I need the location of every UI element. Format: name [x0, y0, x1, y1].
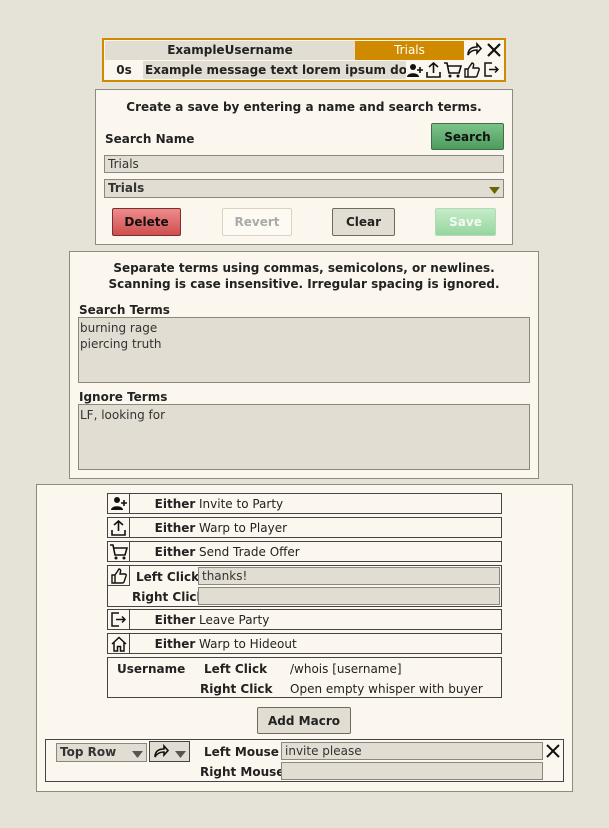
clear-button[interactable]: Clear	[332, 208, 395, 236]
chevron-down-icon[interactable]	[489, 184, 500, 197]
leave-icon[interactable]	[484, 62, 499, 77]
macro-row-trade[interactable]: Either Send Trade Offer	[107, 541, 502, 562]
macro-action: Warp to Hideout	[199, 637, 297, 651]
save-select-value: Trials	[108, 181, 145, 195]
close-icon[interactable]	[486, 42, 502, 58]
macro-row-thanks[interactable]: Left Click thanks! Right Click	[107, 565, 502, 607]
ignore-terms-textarea[interactable]: LF, looking for	[78, 404, 530, 470]
overlay-tab[interactable]: Trials	[355, 41, 464, 60]
ignore-terms-label: Ignore Terms	[79, 390, 168, 404]
right-click-label: Right Click	[132, 590, 205, 604]
username-right-click-label: Right Click	[200, 682, 273, 696]
search-terms-label: Search Terms	[79, 303, 170, 317]
left-mouse-label: Left Mouse	[204, 745, 279, 759]
message-overlay: ExampleUsername Trials 0s Example messag…	[102, 38, 506, 82]
chevron-down-icon	[175, 748, 186, 762]
search-button[interactable]: Search	[431, 123, 504, 150]
right-mouse-input[interactable]	[281, 762, 543, 780]
save-instructions: Create a save by entering a name and sea…	[126, 100, 482, 114]
revert-button[interactable]: Revert	[222, 208, 292, 236]
username-label: Username	[117, 662, 186, 676]
leave-icon	[108, 610, 130, 629]
thumbs-up-icon	[108, 566, 130, 586]
macro-row-hideout[interactable]: Either Warp to Hideout	[107, 633, 502, 654]
cart-icon[interactable]	[444, 62, 462, 78]
search-term: piercing truth	[80, 337, 162, 351]
redirect-icon[interactable]	[466, 42, 482, 58]
left-mouse-input[interactable]: invite please	[281, 742, 543, 760]
close-icon[interactable]	[545, 743, 561, 762]
macro-row-username[interactable]: Username Left Click /whois [username] Ri…	[107, 657, 502, 698]
home-icon	[108, 634, 130, 653]
custom-macro-row: Top Row Left Mouse invite please Right M…	[45, 739, 564, 782]
username-left-click-label: Left Click	[204, 662, 268, 676]
search-term: burning rage	[80, 321, 158, 335]
warp-icon[interactable]	[426, 62, 441, 78]
macro-row-leave[interactable]: Either Leave Party	[107, 609, 502, 630]
save-button[interactable]: Save	[435, 208, 496, 236]
username-right-click-value: Open empty whisper with buyer	[290, 682, 483, 696]
macro-action: Warp to Player	[199, 521, 288, 535]
overlay-message: Example message text lorem ipsum dolor s…	[143, 61, 406, 79]
warp-icon	[108, 518, 130, 537]
chevron-down-icon[interactable]	[132, 748, 143, 761]
search-name-label: Search Name	[105, 132, 195, 146]
macro-row-warp[interactable]: Either Warp to Player	[107, 517, 502, 538]
redirect-icon	[153, 743, 170, 763]
thumbs-up-icon[interactable]	[464, 62, 480, 78]
add-macro-button[interactable]: Add Macro	[257, 707, 351, 734]
ignore-term: LF, looking for	[80, 408, 166, 422]
macro-action: Send Trade Offer	[199, 545, 300, 559]
overlay-username[interactable]: ExampleUsername	[105, 41, 355, 60]
terms-instructions-line1: Separate terms using commas, semicolons,…	[113, 261, 495, 275]
cart-icon	[108, 542, 130, 561]
username-left-click-value: /whois [username]	[290, 662, 402, 676]
left-click-label: Left Click	[136, 570, 200, 584]
search-name-input[interactable]: Trials	[104, 155, 504, 173]
right-click-input[interactable]	[198, 587, 500, 605]
macro-action: Leave Party	[199, 613, 270, 627]
invite-icon[interactable]	[407, 63, 423, 78]
macro-action: Invite to Party	[199, 497, 284, 511]
icon-select[interactable]	[149, 741, 190, 762]
delete-button[interactable]: Delete	[112, 208, 181, 236]
macro-row-invite[interactable]: Either Invite to Party	[107, 493, 502, 514]
right-mouse-label: Right Mouse	[200, 765, 285, 779]
terms-instructions-line2: Scanning is case insensitive. Irregular …	[108, 277, 500, 291]
invite-icon	[108, 494, 130, 513]
search-terms-textarea[interactable]: burning rage piercing truth	[78, 317, 530, 383]
save-select[interactable]: Trials	[104, 179, 504, 198]
left-click-input[interactable]: thanks!	[198, 567, 500, 585]
position-select-value: Top Row	[60, 745, 117, 759]
position-select[interactable]: Top Row	[56, 743, 147, 762]
overlay-time: 0s	[105, 61, 143, 79]
